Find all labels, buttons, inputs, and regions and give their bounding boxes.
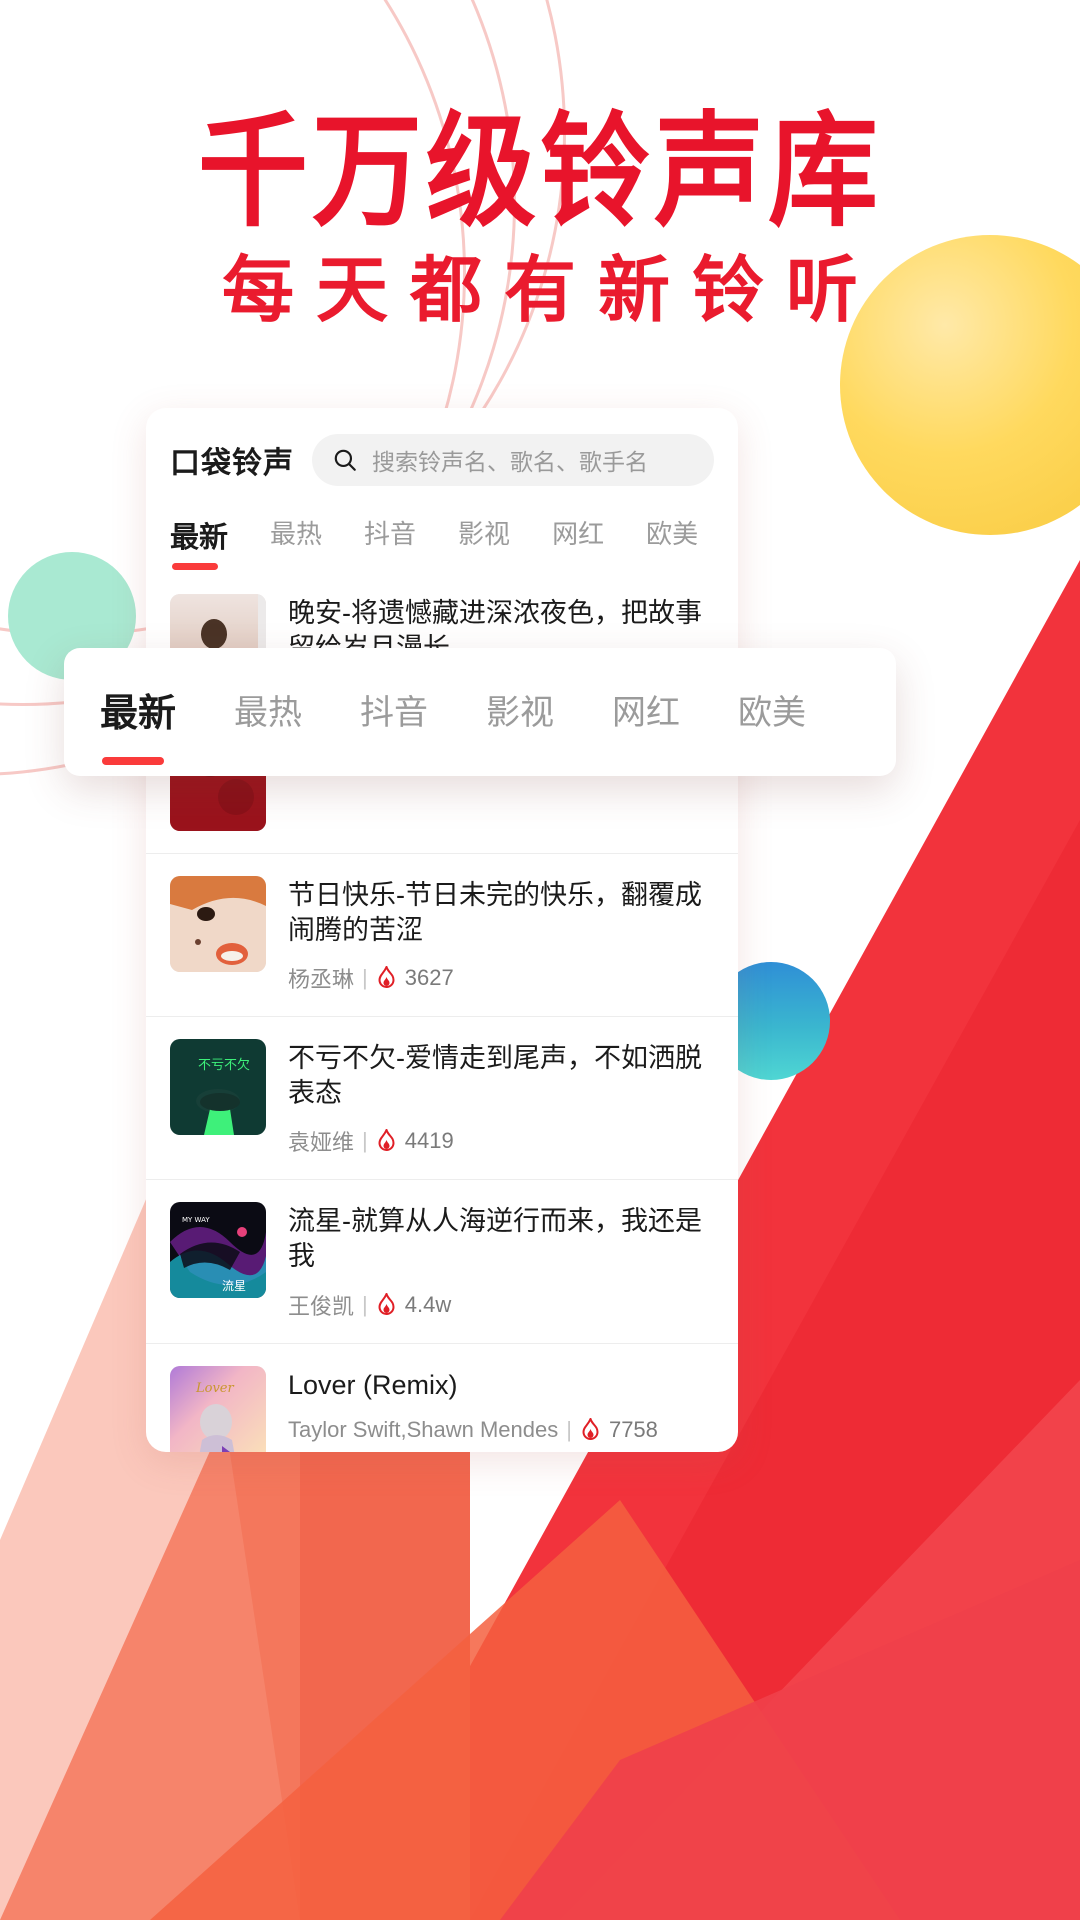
play-count: 3627 bbox=[404, 965, 454, 991]
hero-text-block: 千万级铃声库 每天都有新铃听 bbox=[0, 0, 1080, 326]
meta-separator: | bbox=[362, 1128, 368, 1154]
tab-label: 网红 bbox=[552, 519, 605, 549]
meta-separator: | bbox=[566, 1416, 572, 1442]
cover-art-liuxing: MY WAY 流星 bbox=[170, 1202, 266, 1299]
table-row[interactable]: Lover Lover (Remix) Taylor Swift,Shawn M… bbox=[146, 1344, 738, 1452]
overlay-tab-label: 抖音 bbox=[360, 693, 429, 732]
table-row[interactable]: 节日快乐-节日未完的快乐，翻覆成闹腾的苦涩 杨丞琳 | 3627 bbox=[146, 854, 738, 1018]
cover-art-jierikuaile bbox=[170, 876, 266, 972]
tab-zuire[interactable]: 最热 bbox=[270, 514, 322, 567]
tab-wanghong[interactable]: 网红 bbox=[552, 514, 604, 567]
song-meta: 袁娅维 | 4419 bbox=[288, 1125, 714, 1157]
cover-art-bukui: 不亏不欠 bbox=[170, 1039, 266, 1136]
album-cover: 不亏不欠 bbox=[170, 1039, 266, 1136]
app-preview-card: 口袋铃声 搜索铃声名、歌名、歌手名 最新 最热 抖音 影视 网红 欧美 晚安-将… bbox=[146, 408, 738, 1452]
tab-oumei[interactable]: 欧美 bbox=[646, 514, 698, 567]
song-title: 节日快乐-节日未完的快乐，翻覆成闹腾的苦涩 bbox=[288, 880, 702, 946]
artist-name: 杨丞琳 bbox=[288, 967, 355, 993]
search-icon bbox=[334, 449, 356, 471]
song-meta: Taylor Swift,Shawn Mendes | 7758 bbox=[288, 1417, 714, 1443]
song-info: 流星-就算从人海逆行而来，我还是我 王俊凯 | 4.4w bbox=[288, 1202, 714, 1320]
promo-screen: 千万级铃声库 每天都有新铃听 口袋铃声 搜索铃声名、歌名、歌手名 最新 最热 抖… bbox=[0, 0, 1080, 1920]
fire-icon bbox=[378, 1129, 395, 1152]
highlighted-tab-bar-overlay: 最新 最热 抖音 影视 网红 欧美 bbox=[64, 648, 896, 776]
category-tab-bar: 最新 最热 抖音 影视 网红 欧美 bbox=[146, 502, 738, 572]
song-title: Lover (Remix) bbox=[288, 1369, 458, 1400]
tab-label: 最热 bbox=[270, 519, 323, 549]
app-header: 口袋铃声 搜索铃声名、歌名、歌手名 bbox=[146, 408, 738, 502]
song-info: 节日快乐-节日未完的快乐，翻覆成闹腾的苦涩 杨丞琳 | 3627 bbox=[288, 876, 714, 994]
meta-separator: | bbox=[362, 965, 368, 991]
song-info: Lover (Remix) Taylor Swift,Shawn Mendes … bbox=[288, 1366, 714, 1443]
song-meta: 杨丞琳 | 3627 bbox=[288, 962, 714, 994]
table-row[interactable]: 不亏不欠 不亏不欠-爱情走到尾声，不如洒脱表态 袁娅维 | 4419 bbox=[146, 1017, 738, 1181]
app-title: 口袋铃声 bbox=[170, 447, 294, 480]
overlay-tab-zuire[interactable]: 最热 bbox=[234, 685, 302, 740]
svg-text:流星: 流星 bbox=[222, 1279, 246, 1293]
search-placeholder: 搜索铃声名、歌名、歌手名 bbox=[372, 449, 648, 475]
svg-text:Lover: Lover bbox=[195, 1381, 234, 1396]
tab-label: 最新 bbox=[170, 522, 229, 554]
song-info: 不亏不欠-爱情走到尾声，不如洒脱表态 袁娅维 | 4419 bbox=[288, 1039, 714, 1157]
song-meta: 王俊凯 | 4.4w bbox=[288, 1289, 714, 1321]
overlay-tab-label: 最新 bbox=[100, 692, 177, 735]
play-count: 7758 bbox=[608, 1416, 658, 1442]
tab-zuixin[interactable]: 最新 bbox=[170, 514, 228, 572]
overlay-tab-label: 影视 bbox=[486, 693, 555, 732]
overlay-tab-zuixin[interactable]: 最新 bbox=[100, 682, 177, 765]
tab-yingshi[interactable]: 影视 bbox=[458, 514, 510, 567]
tab-label: 影视 bbox=[458, 519, 511, 549]
tab-douyin[interactable]: 抖音 bbox=[364, 514, 416, 567]
play-count: 4419 bbox=[404, 1128, 454, 1154]
fire-icon bbox=[378, 966, 395, 989]
svg-text:MY WAY: MY WAY bbox=[182, 1216, 210, 1224]
play-count: 4.4w bbox=[404, 1291, 452, 1317]
overlay-tab-label: 最热 bbox=[234, 693, 303, 732]
album-cover bbox=[170, 876, 266, 972]
overlay-tab-label: 网红 bbox=[612, 693, 681, 732]
album-cover: Lover bbox=[170, 1365, 266, 1452]
song-title: 不亏不欠-爱情走到尾声，不如洒脱表态 bbox=[288, 1043, 702, 1109]
fire-icon bbox=[378, 1292, 395, 1315]
artist-name: 袁娅维 bbox=[288, 1130, 355, 1156]
table-row[interactable]: MY WAY 流星 流星-就算从人海逆行而来，我还是我 王俊凯 | 4.4w bbox=[146, 1180, 738, 1344]
search-input[interactable]: 搜索铃声名、歌名、歌手名 bbox=[312, 434, 714, 486]
tab-label: 抖音 bbox=[364, 519, 417, 549]
overlay-tab-oumei[interactable]: 欧美 bbox=[738, 685, 806, 740]
hero-headline: 千万级铃声库 bbox=[198, 99, 882, 244]
svg-text:不亏不欠: 不亏不欠 bbox=[198, 1057, 250, 1073]
fire-icon bbox=[582, 1417, 599, 1440]
overlay-tab-label: 欧美 bbox=[738, 693, 807, 732]
overlay-tab-douyin[interactable]: 抖音 bbox=[360, 685, 428, 740]
overlay-tab-wanghong[interactable]: 网红 bbox=[612, 685, 680, 740]
meta-separator: | bbox=[362, 1291, 368, 1317]
song-title: 流星-就算从人海逆行而来，我还是我 bbox=[288, 1206, 702, 1272]
cover-art-lover: Lover bbox=[170, 1365, 266, 1452]
artist-name: 王俊凯 bbox=[288, 1293, 355, 1319]
album-cover: MY WAY 流星 bbox=[170, 1202, 266, 1299]
artist-name: Taylor Swift,Shawn Mendes bbox=[288, 1416, 559, 1442]
overlay-tab-yingshi[interactable]: 影视 bbox=[486, 685, 554, 740]
tab-label: 欧美 bbox=[646, 519, 699, 549]
